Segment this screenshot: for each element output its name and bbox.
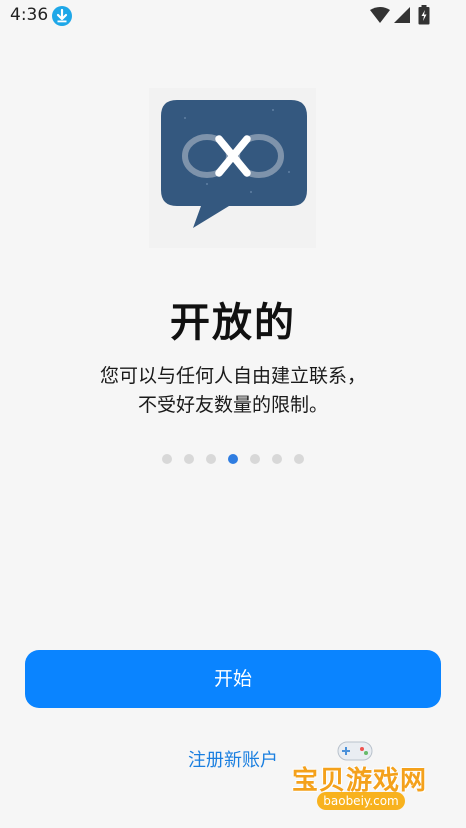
watermark-url: baobeiy.com bbox=[317, 792, 405, 810]
status-bar: 4:36 bbox=[0, 0, 466, 32]
wifi-icon bbox=[370, 7, 390, 23]
onboarding-title: 开放的 bbox=[170, 300, 296, 346]
gamepad-icon bbox=[337, 741, 373, 761]
page-dot-4[interactable] bbox=[228, 454, 238, 464]
onboarding-description: 您可以与任何人自由建立联系， 不受好友数量的限制。 bbox=[40, 362, 426, 420]
status-time: 4:36 bbox=[10, 5, 49, 25]
description-line-1: 您可以与任何人自由建立联系， bbox=[99, 365, 366, 387]
description-line-2: 不受好友数量的限制。 bbox=[137, 394, 328, 416]
page-dot-1[interactable] bbox=[162, 454, 172, 464]
hero-illustration bbox=[149, 88, 316, 248]
page-dot-5[interactable] bbox=[250, 454, 260, 464]
page-indicator bbox=[0, 454, 466, 466]
start-button[interactable]: 开始 bbox=[25, 650, 441, 708]
battery-icon bbox=[418, 5, 430, 25]
page-dot-6[interactable] bbox=[272, 454, 282, 464]
page-dot-7[interactable] bbox=[294, 454, 304, 464]
watermark-logo: 宝贝游戏网 baobeiy.com bbox=[284, 738, 434, 818]
page-dot-3[interactable] bbox=[206, 454, 216, 464]
download-icon bbox=[52, 6, 72, 26]
signal-icon bbox=[394, 7, 410, 23]
chat-bubble-infinity-icon bbox=[161, 100, 307, 228]
onboarding-screen: 4:36 开放的 您可以与任何人自由建立联系， 不受好友数量的限制。 开始 注册… bbox=[0, 0, 466, 828]
page-dot-2[interactable] bbox=[184, 454, 194, 464]
